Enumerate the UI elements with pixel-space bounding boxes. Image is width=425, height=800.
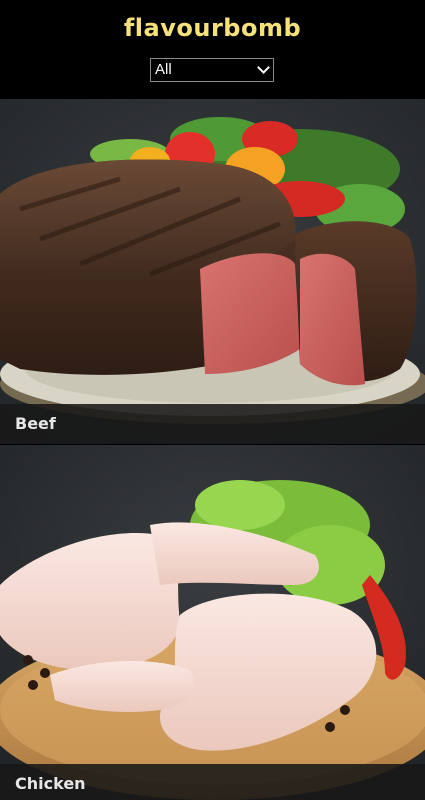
category-label-beef: Beef bbox=[0, 404, 425, 444]
chicken-image bbox=[0, 445, 425, 800]
header: flavourbomb All bbox=[0, 0, 425, 99]
beef-image bbox=[0, 99, 425, 444]
category-label-chicken: Chicken bbox=[0, 764, 425, 800]
app-root: flavourbomb All Beef Chicken bbox=[0, 0, 425, 800]
category-filter-select[interactable]: All bbox=[150, 58, 274, 82]
category-filter-value: All bbox=[155, 61, 172, 78]
brand-title: flavourbomb bbox=[123, 14, 302, 42]
category-card-beef[interactable]: Beef bbox=[0, 99, 425, 444]
category-card-chicken[interactable]: Chicken bbox=[0, 445, 425, 800]
chevron-down-icon bbox=[257, 61, 270, 74]
